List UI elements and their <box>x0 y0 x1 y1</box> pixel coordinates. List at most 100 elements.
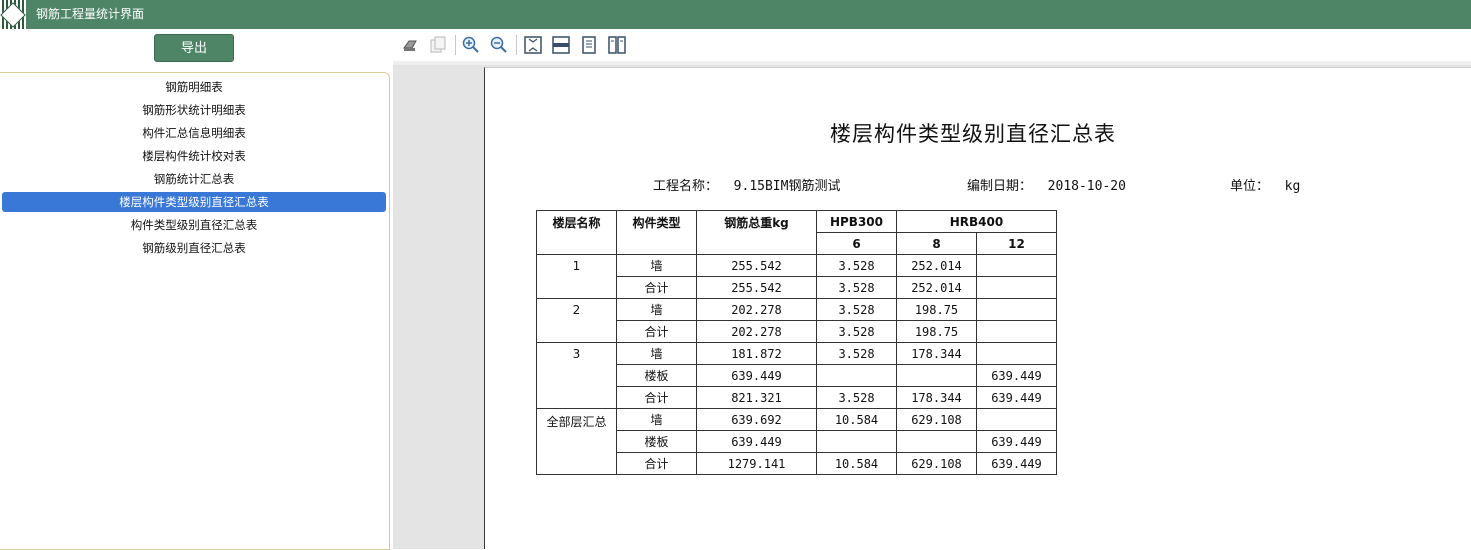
diameter-12-cell <box>976 408 1057 431</box>
report-sidebar: 导出 钢筋明细表钢筋形状统计明细表 构件汇总信息明细表 楼层构件统计校对表 钢筋统计汇… <box>0 29 393 550</box>
report-list-item[interactable]: 构件汇总信息明细表 <box>2 123 386 143</box>
total-weight-cell: 202.278 <box>696 320 817 343</box>
diameter-12-cell <box>976 254 1057 277</box>
component-type-cell: 墙 <box>616 408 697 431</box>
total-weight-cell: 821.321 <box>696 386 817 409</box>
header-diameter-8: 8 <box>896 232 977 255</box>
diameter-12-cell: 639.449 <box>976 364 1057 387</box>
total-weight-cell: 1279.141 <box>696 452 817 475</box>
table-row: 全部层汇总墙 639.692 10.584 629.108 <box>536 408 1057 475</box>
floor-name-cell: 全部层汇总 <box>536 408 617 475</box>
copy-icon[interactable] <box>428 35 448 55</box>
floor-name-cell: 1 <box>536 254 617 299</box>
component-type-cell: 合计 <box>616 320 697 343</box>
component-type-cell: 墙 <box>616 298 697 321</box>
diameter-8-cell: 629.108 <box>896 408 977 431</box>
single-page-icon[interactable] <box>579 35 599 55</box>
date-label: 编制日期： <box>967 179 1033 194</box>
header-total-weight: 钢筋总重kg <box>696 210 817 255</box>
diameter-12-cell: 639.449 <box>976 452 1057 475</box>
header-grade-hpb300: HPB300 <box>816 210 897 233</box>
date-info: 编制日期： 2018-10-20 <box>967 175 1126 194</box>
report-list-item[interactable]: 钢筋形状统计明细表 <box>2 100 386 120</box>
window-title: 钢筋工程量统计界面 <box>36 7 145 21</box>
component-type-cell: 墙 <box>616 254 697 277</box>
diameter-6-cell: 3.528 <box>816 386 897 409</box>
two-page-icon[interactable] <box>607 35 627 55</box>
diameter-12-cell <box>976 342 1057 365</box>
diameter-6-cell: 3.528 <box>816 320 897 343</box>
unit-info: 单位： kg <box>1230 175 1300 194</box>
project-name: 9.15BIM钢筋测试 <box>733 179 841 194</box>
diameter-6-cell: 3.528 <box>816 342 897 365</box>
header-diameter-6: 6 <box>816 232 897 255</box>
report-list-item[interactable]: 楼层构件统计校对表 <box>2 146 386 166</box>
report-list: 钢筋明细表钢筋形状统计明细表 构件汇总信息明细表 楼层构件统计校对表 钢筋统计汇总表楼… <box>0 72 390 550</box>
diameter-6-cell <box>816 364 897 387</box>
preview-toolbar <box>393 29 1471 61</box>
report-page: 楼层构件类型级别直径汇总表 工程名称： 9.15BIM钢筋测试 编制日期： 20… <box>484 67 1471 549</box>
diameter-8-cell: 252.014 <box>896 276 977 299</box>
component-type-cell: 合计 <box>616 276 697 299</box>
header-floor: 楼层名称 <box>536 210 617 255</box>
component-type-cell: 合计 <box>616 452 697 475</box>
diameter-6-cell: 3.528 <box>816 276 897 299</box>
unit-value: kg <box>1284 179 1301 194</box>
total-weight-cell: 639.692 <box>696 408 817 431</box>
print-icon[interactable] <box>401 35 421 55</box>
unit-label: 单位： <box>1230 179 1270 194</box>
total-weight-cell: 255.542 <box>696 276 817 299</box>
report-preview[interactable]: 楼层构件类型级别直径汇总表 工程名称： 9.15BIM钢筋测试 编制日期： 20… <box>393 65 1471 549</box>
diameter-6-cell: 10.584 <box>816 452 897 475</box>
zoom-in-icon[interactable] <box>461 35 481 55</box>
table-row: 3 墙 181.872 3.528 178.344 <box>536 342 1057 409</box>
header-component-type: 构件类型 <box>616 210 697 255</box>
diameter-12-cell <box>976 320 1057 343</box>
export-button[interactable]: 导出 <box>154 34 234 62</box>
project-label: 工程名称： <box>653 179 719 194</box>
diameter-12-cell <box>976 276 1057 299</box>
diameter-8-cell: 178.344 <box>896 342 977 365</box>
diameter-6-cell: 10.584 <box>816 408 897 431</box>
diameter-8-cell: 629.108 <box>896 452 977 475</box>
diameter-8-cell: 252.014 <box>896 254 977 277</box>
table-row: 1 墙 255.542 3.528 252.014 <box>536 254 1057 299</box>
diameter-6-cell: 3.528 <box>816 298 897 321</box>
diameter-8-cell <box>896 364 977 387</box>
diameter-8-cell <box>896 430 977 453</box>
report-title: 楼层构件类型级别直径汇总表 <box>830 122 1116 146</box>
total-weight-cell: 181.872 <box>696 342 817 365</box>
fit-width-icon[interactable] <box>551 35 571 55</box>
floor-name-cell: 3 <box>536 342 617 409</box>
diameter-8-cell: 198.75 <box>896 320 977 343</box>
component-type-cell: 楼板 <box>616 430 697 453</box>
header-diameter-12: 12 <box>976 232 1057 255</box>
floor-name-cell: 2 <box>536 298 617 343</box>
diameter-12-cell: 639.449 <box>976 386 1057 409</box>
component-type-cell: 楼板 <box>616 364 697 387</box>
total-weight-cell: 255.542 <box>696 254 817 277</box>
summary-table: 楼层名称 构件类型 钢筋总重kg HPB300 HRB400 6 8 12 1墙… <box>536 210 1057 475</box>
report-date: 2018-10-20 <box>1047 179 1126 194</box>
title-bar: 钢筋工程量统计界面 <box>0 0 1471 29</box>
diameter-6-cell <box>816 430 897 453</box>
report-list-item[interactable]: 构件类型级别直径汇总表 <box>2 215 386 235</box>
zoom-out-icon[interactable] <box>489 35 509 55</box>
component-type-cell: 墙 <box>616 342 697 365</box>
fit-page-icon[interactable] <box>523 35 543 55</box>
diameter-12-cell: 639.449 <box>976 430 1057 453</box>
header-grade-hrb400: HRB400 <box>896 210 1057 233</box>
report-list-item[interactable]: 钢筋级别直径汇总表 <box>2 238 386 258</box>
diameter-8-cell: 178.344 <box>896 386 977 409</box>
app-logo-icon <box>0 0 26 29</box>
diameter-12-cell <box>976 298 1057 321</box>
report-list-item[interactable]: 钢筋统计汇总表 <box>2 169 386 189</box>
table-row: 2 墙 202.278 3.528 198.75 <box>536 298 1057 343</box>
report-list-item[interactable]: 楼层构件类型级别直径汇总表 <box>2 192 386 212</box>
total-weight-cell: 202.278 <box>696 298 817 321</box>
project-info: 工程名称： 9.15BIM钢筋测试 <box>653 175 840 194</box>
total-weight-cell: 639.449 <box>696 430 817 453</box>
component-type-cell: 合计 <box>616 386 697 409</box>
diameter-8-cell: 198.75 <box>896 298 977 321</box>
report-list-item[interactable]: 钢筋明细表 <box>2 77 386 97</box>
